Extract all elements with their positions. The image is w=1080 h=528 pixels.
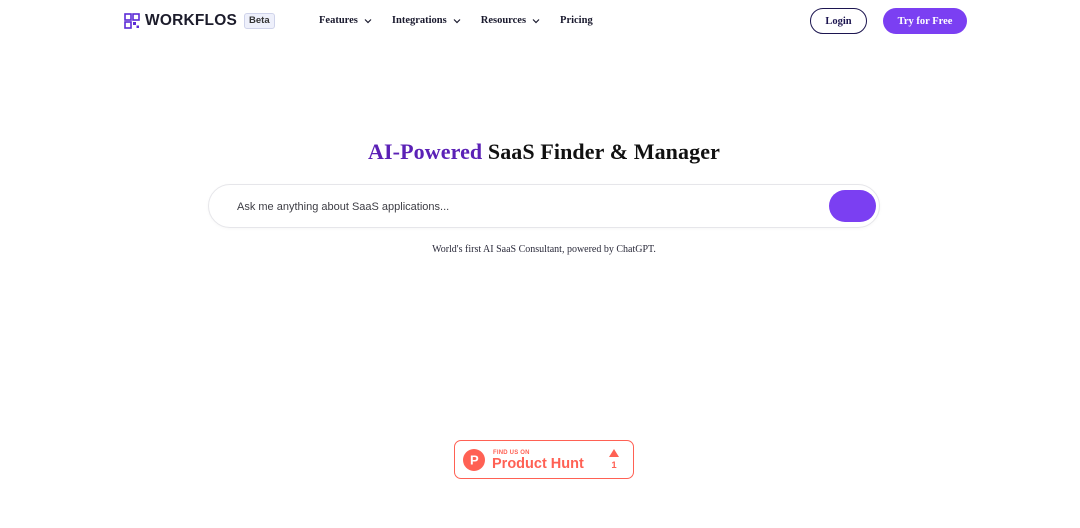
product-hunt-logo-icon: P: [463, 449, 485, 471]
hero-subtitle: World's first AI SaaS Consultant, powere…: [432, 244, 656, 255]
chevron-down-icon: [364, 18, 372, 23]
product-hunt-name: Product Hunt: [492, 456, 584, 472]
search-input[interactable]: [237, 198, 797, 216]
logo-text: WORKFLOS: [145, 12, 238, 29]
logo[interactable]: WORKFLOS Beta: [124, 12, 275, 30]
nav-resources-label: Resources: [480, 15, 527, 26]
nav-resources[interactable]: Resources: [481, 15, 540, 26]
nav-pricing[interactable]: Pricing: [560, 15, 593, 26]
grid-logo-icon: [124, 13, 140, 29]
hero-title: AI-Powered SaaS Finder & Manager: [0, 139, 1080, 165]
hero-title-accent: AI-Powered: [368, 139, 483, 164]
triangle-up-icon: [609, 449, 619, 457]
product-hunt-badge[interactable]: P FIND US ON Product Hunt 1: [454, 440, 634, 479]
nav-integrations-label: Integrations: [391, 15, 447, 26]
nav-integrations[interactable]: Integrations: [392, 15, 461, 26]
login-button[interactable]: Login: [810, 8, 867, 34]
upvote-count: 1: [611, 460, 617, 471]
site-header: WORKFLOS Beta Features Integrations Reso…: [0, 0, 1080, 44]
nav-features[interactable]: Features: [319, 15, 372, 26]
product-hunt-logo-letter: P: [470, 453, 479, 468]
hero-title-rest: SaaS Finder & Manager: [482, 139, 720, 164]
main-nav: Features Integrations Resources Pricing: [319, 15, 593, 26]
chevron-down-icon: [532, 18, 540, 23]
beta-badge: Beta: [244, 13, 275, 29]
nav-pricing-label: Pricing: [560, 15, 593, 26]
search-submit-button[interactable]: [829, 190, 876, 222]
chevron-down-icon: [453, 18, 461, 23]
try-for-free-button[interactable]: Try for Free: [883, 8, 967, 34]
search-bar: [208, 184, 880, 228]
nav-features-label: Features: [319, 15, 358, 26]
